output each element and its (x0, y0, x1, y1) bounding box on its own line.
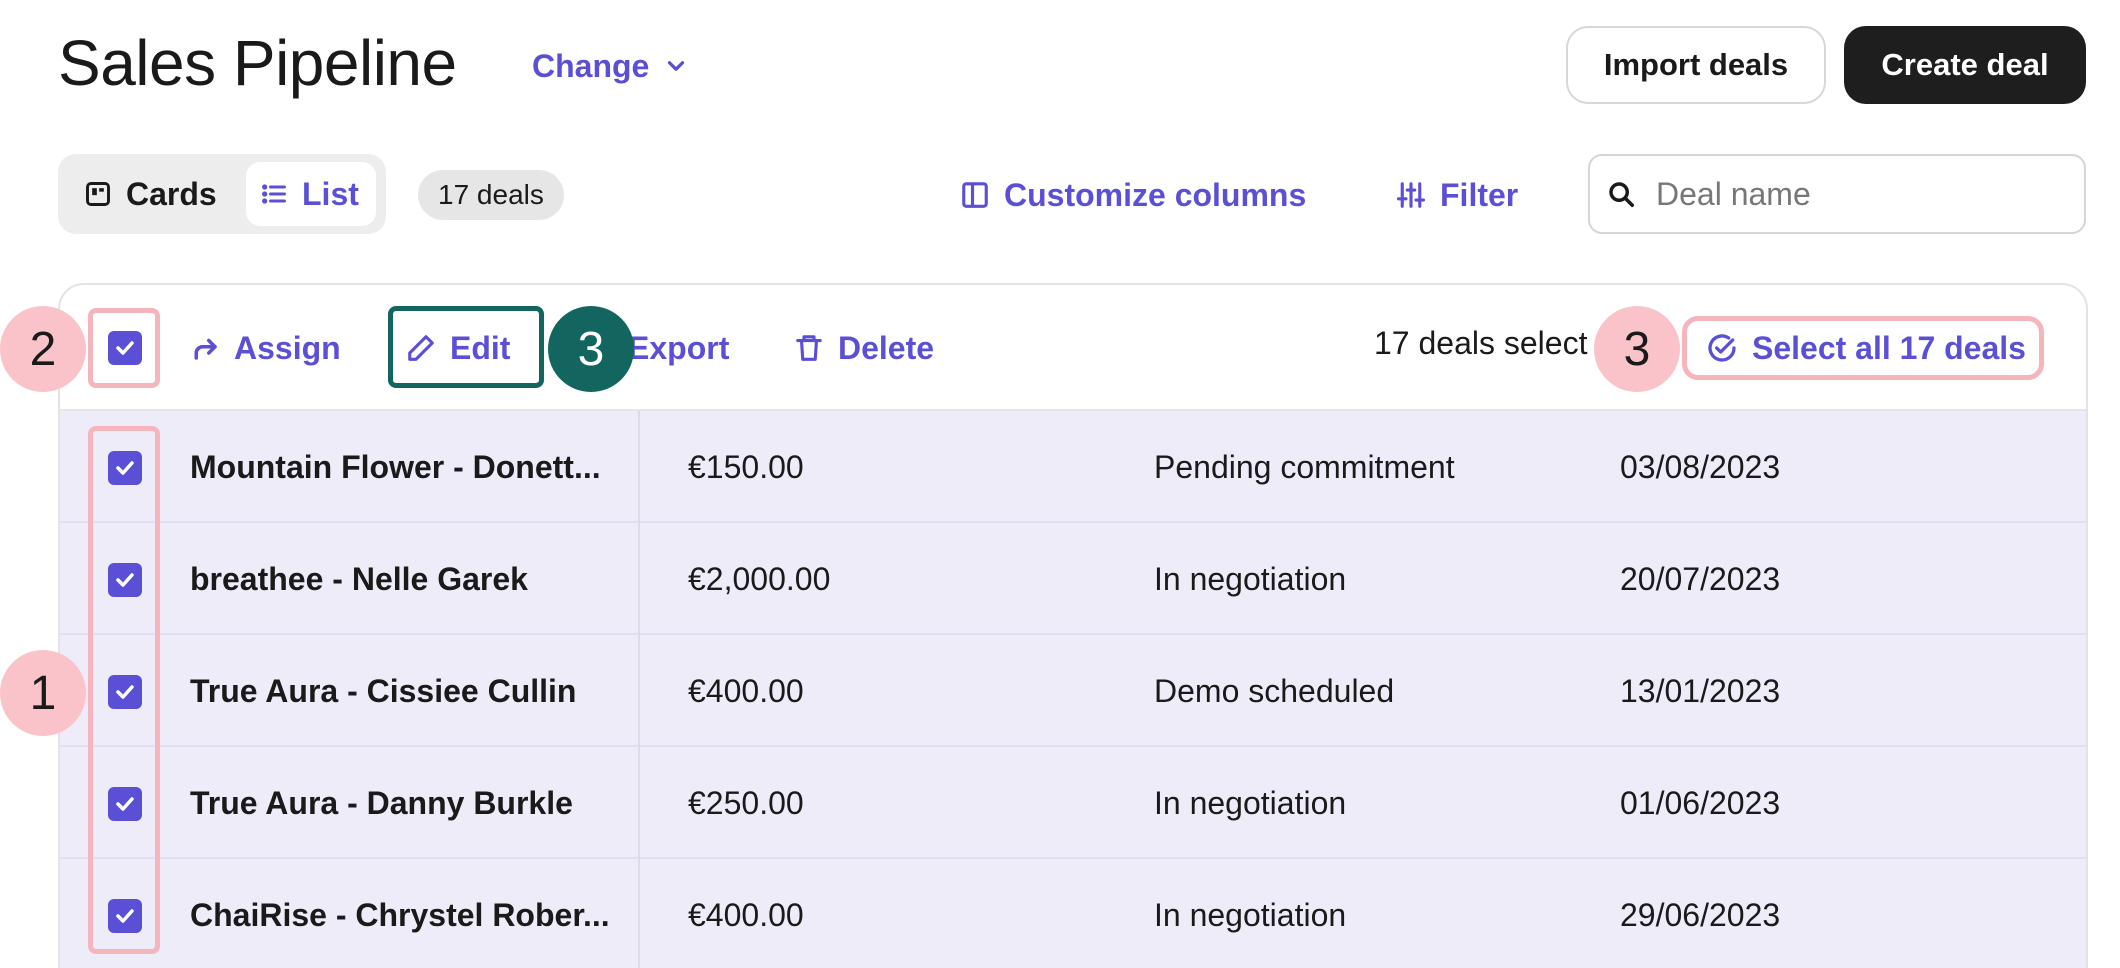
sliders-icon (1396, 182, 1426, 208)
deal-search[interactable] (1588, 154, 2086, 234)
column-divider (638, 635, 640, 747)
list-icon (262, 184, 286, 204)
highlight-select-all-checkbox (88, 308, 160, 388)
step-badge-2: 2 (0, 306, 86, 392)
deal-amount: €250.00 (688, 784, 804, 821)
deal-name[interactable]: Mountain Flower - Donett... (190, 411, 630, 523)
forward-arrow-icon (194, 338, 217, 360)
deal-date: 03/08/2023 (1620, 448, 1781, 485)
deal-date: 01/06/2023 (1620, 784, 1781, 821)
highlight-row-checkboxes (88, 426, 160, 954)
view-list-label: List (302, 175, 359, 212)
highlight-edit-button (388, 306, 544, 388)
deal-name[interactable]: ChaiRise - Chrystel Rober... (190, 859, 630, 968)
deal-amount: €400.00 (688, 672, 804, 709)
cards-icon (86, 182, 110, 206)
view-toggle: Cards List (58, 154, 386, 234)
export-label: Export (628, 329, 730, 366)
column-divider (638, 411, 640, 523)
filter-label: Filter (1440, 176, 1519, 213)
assign-label: Assign (234, 329, 341, 366)
change-label: Change (532, 47, 650, 84)
deal-stage: In negotiation (1154, 784, 1347, 821)
columns-icon (962, 182, 988, 208)
import-deals-button[interactable]: Import deals (1566, 26, 1826, 104)
assign-button[interactable]: Assign (190, 323, 341, 373)
view-cards-button[interactable]: Cards (70, 162, 231, 226)
deal-stage: Demo scheduled (1154, 672, 1395, 709)
deal-amount: €150.00 (688, 448, 804, 485)
step-badge-3-select-all: 3 (1594, 306, 1680, 392)
create-deal-button[interactable]: Create deal (1844, 26, 2086, 104)
customize-columns-button[interactable]: Customize columns (960, 170, 1306, 220)
deal-name[interactable]: True Aura - Cissiee Cullin (190, 635, 630, 747)
column-divider (638, 523, 640, 635)
deal-name[interactable]: True Aura - Danny Burkle (190, 747, 630, 859)
page-title: Sales Pipeline (58, 27, 457, 99)
deal-name[interactable]: breathee - Nelle Garek (190, 523, 630, 635)
table-row[interactable]: True Aura - Danny Burkle €250.00 In nego… (60, 747, 2086, 859)
deal-date: 13/01/2023 (1620, 672, 1781, 709)
column-divider (638, 859, 640, 968)
delete-label: Delete (838, 329, 935, 366)
delete-button[interactable]: Delete (794, 323, 934, 373)
sales-pipeline-page: Sales Pipeline Change Import deals Creat… (0, 0, 2120, 968)
deal-date: 20/07/2023 (1620, 560, 1781, 597)
deals-table: Assign Edit Export Delete 17 deals selec… (58, 283, 2088, 968)
trash-icon (796, 335, 822, 361)
chevron-down-icon (668, 61, 685, 71)
deal-rows: Mountain Flower - Donett... €150.00 Pend… (60, 411, 2086, 968)
table-row[interactable]: breathee - Nelle Garek €2,000.00 In nego… (60, 523, 2086, 635)
column-divider (638, 747, 640, 859)
table-row[interactable]: True Aura - Cissiee Cullin €400.00 Demo … (60, 635, 2086, 747)
deal-stage: Pending commitment (1154, 448, 1455, 485)
search-icon (1609, 182, 1634, 207)
export-button[interactable]: Export (628, 323, 729, 373)
deal-count-badge: 17 deals (418, 170, 564, 220)
view-cards-label: Cards (126, 175, 217, 212)
deal-amount: €400.00 (688, 896, 804, 933)
view-list-button[interactable]: List (246, 162, 376, 226)
filter-button[interactable]: Filter (1396, 170, 1518, 220)
change-pipeline-button[interactable]: Change (532, 44, 689, 88)
search-input[interactable] (1656, 175, 2056, 213)
highlight-select-all-deals (1682, 316, 2044, 380)
step-badge-1: 1 (0, 650, 86, 736)
customize-columns-label: Customize columns (1004, 176, 1307, 213)
table-row[interactable]: Mountain Flower - Donett... €150.00 Pend… (60, 411, 2086, 523)
deal-stage: In negotiation (1154, 896, 1347, 933)
deal-amount: €2,000.00 (688, 560, 831, 597)
step-badge-3-edit: 3 (548, 306, 634, 392)
deal-date: 29/06/2023 (1620, 896, 1781, 933)
table-row[interactable]: ChaiRise - Chrystel Rober... €400.00 In … (60, 859, 2086, 968)
deal-stage: In negotiation (1154, 560, 1347, 597)
